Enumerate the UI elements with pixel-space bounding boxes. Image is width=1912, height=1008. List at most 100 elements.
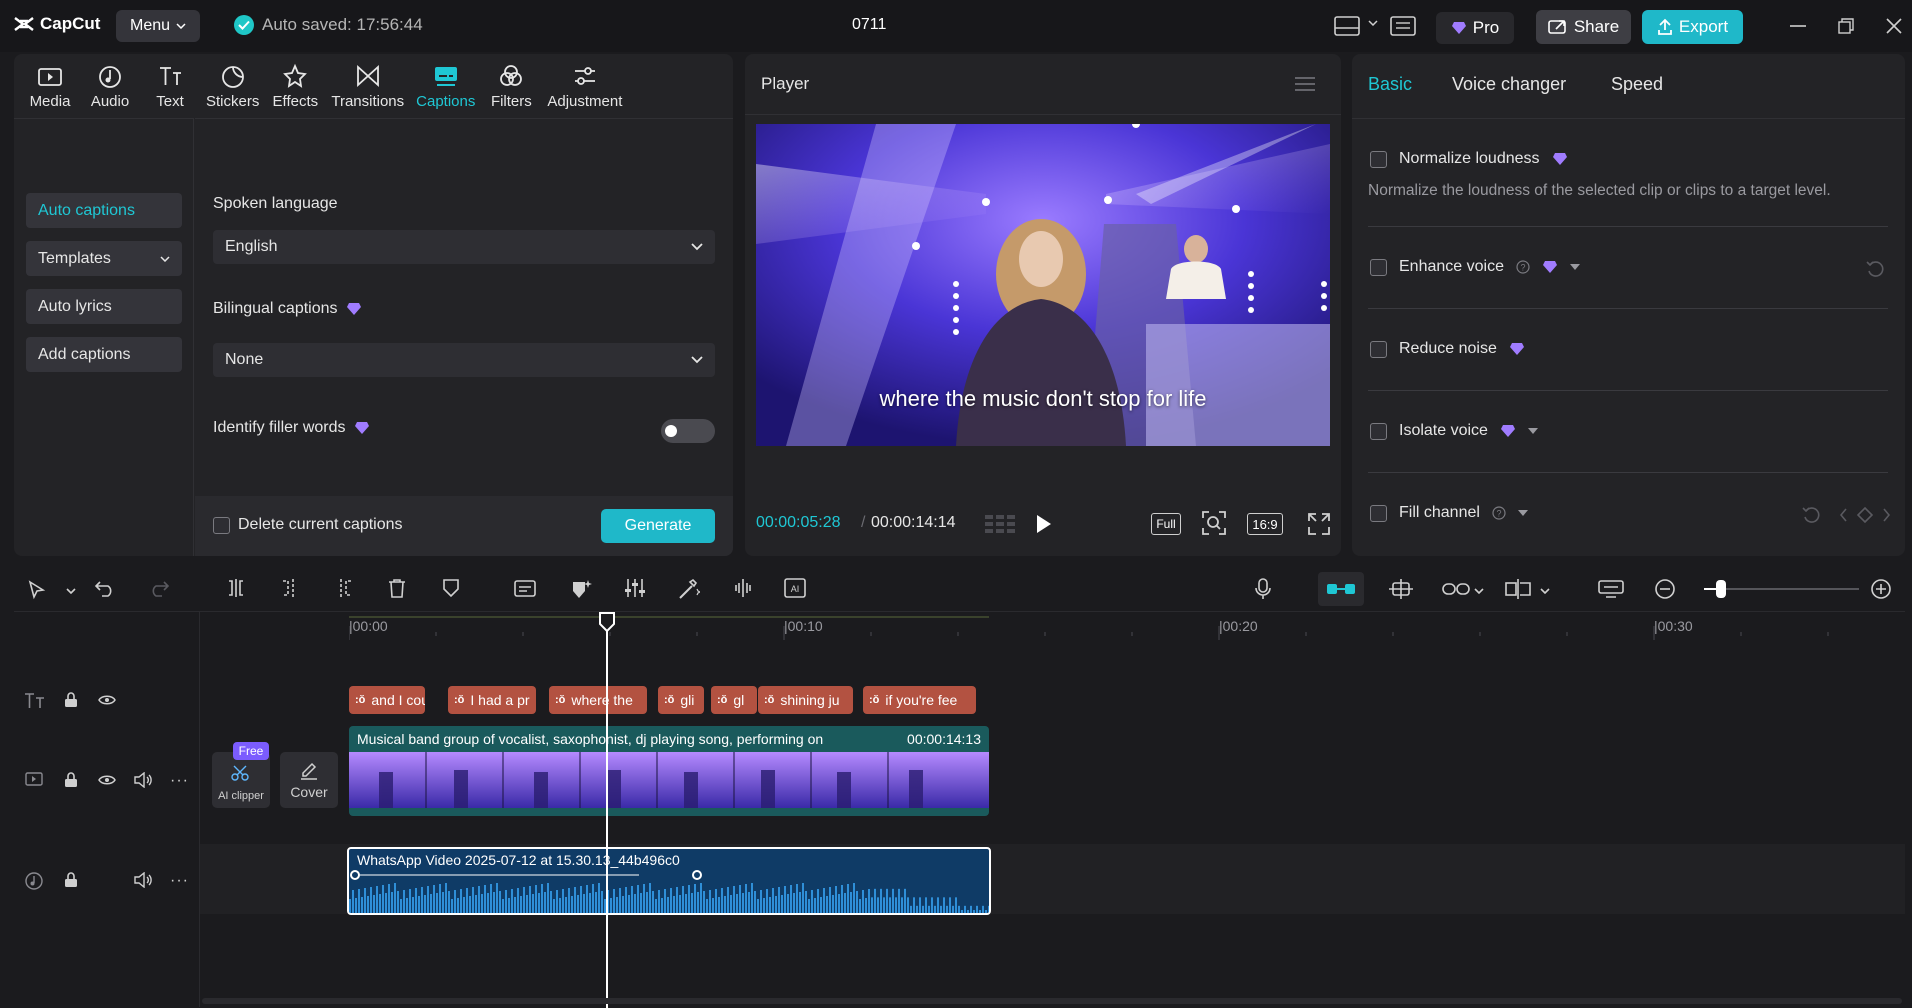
microphone-icon[interactable] [1254, 578, 1272, 600]
spoken-language-select[interactable]: English [213, 230, 715, 264]
preview-axis-icon[interactable] [1504, 578, 1532, 600]
delete-left-icon[interactable] [280, 578, 300, 598]
hamburger-icon[interactable] [1295, 76, 1315, 92]
tab-effects[interactable]: Effects [265, 54, 325, 110]
export-button[interactable]: Export [1642, 10, 1743, 44]
reset-icon[interactable] [1802, 506, 1820, 524]
tab-stickers[interactable]: Stickers [200, 54, 265, 110]
lock-icon[interactable] [64, 872, 78, 888]
tab-voice-changer[interactable]: Voice changer [1452, 74, 1566, 95]
magic-wand-icon[interactable] [678, 578, 700, 600]
tab-basic[interactable]: Basic [1368, 74, 1412, 95]
enhance-voice-row[interactable]: Enhance voice ? [1370, 258, 1580, 276]
more-icon[interactable]: ··· [170, 872, 189, 890]
lock-icon[interactable] [64, 772, 78, 788]
caption-clip[interactable]: :ŏ and I cou [349, 686, 425, 714]
eye-icon[interactable] [98, 774, 116, 786]
aspect-ratio-button[interactable]: 16:9 [1247, 513, 1283, 535]
tab-transitions[interactable]: Transitions [325, 54, 410, 110]
audio-split-icon[interactable] [732, 578, 754, 598]
chevron-down-icon[interactable] [1527, 428, 1538, 434]
chevron-down-icon[interactable] [1569, 264, 1580, 270]
enhance-voice-checkbox[interactable] [1370, 258, 1387, 276]
caption-clip[interactable]: :ŏ if you're fee [863, 686, 976, 714]
image-ai-icon[interactable]: AI [784, 578, 806, 598]
normalize-loudness-checkbox[interactable] [1370, 150, 1387, 168]
auto-enhance-icon[interactable] [570, 578, 592, 600]
filler-words-toggle[interactable] [661, 419, 715, 443]
minimize-icon[interactable] [1790, 25, 1806, 27]
menu-button[interactable]: Menu [116, 10, 200, 42]
add-text-icon[interactable] [514, 578, 538, 598]
restore-icon[interactable] [1838, 18, 1854, 34]
fullscreen-icon[interactable] [1308, 513, 1330, 535]
layout-chevron-icon[interactable] [1368, 20, 1378, 26]
snap-icon[interactable] [1388, 578, 1414, 600]
delete-captions-option[interactable]: Delete current captions [213, 516, 403, 534]
main-track-magnet-toggle[interactable] [1318, 572, 1364, 606]
video-preview[interactable]: where the music don't stop for life [756, 124, 1330, 446]
ai-clipper-button[interactable]: Free AI clipper [212, 742, 270, 808]
chevron-down-icon[interactable] [1517, 510, 1528, 516]
trash-icon[interactable] [388, 578, 406, 598]
delete-right-icon[interactable] [334, 578, 354, 598]
isolate-voice-checkbox[interactable] [1370, 422, 1387, 440]
help-icon[interactable]: ? [1492, 506, 1506, 520]
sidebar-item-auto-lyrics[interactable]: Auto lyrics [26, 289, 182, 324]
mask-icon[interactable] [442, 578, 460, 598]
select-tool-icon[interactable] [28, 580, 46, 600]
adjust-sliders-icon[interactable] [624, 578, 646, 598]
isolate-voice-row[interactable]: Isolate voice [1370, 422, 1538, 440]
caption-clip[interactable]: :ŏ I had a pr [448, 686, 536, 714]
full-quality-button[interactable]: Full [1151, 513, 1181, 535]
caption-clip[interactable]: :ŏ gli [658, 686, 704, 714]
caption-clip[interactable]: :ŏ gl [711, 686, 757, 714]
pro-button[interactable]: Pro [1436, 12, 1514, 44]
cover-button[interactable]: Cover [280, 752, 338, 808]
caption-clip[interactable]: :ŏ where the [549, 686, 647, 714]
tab-media[interactable]: Media [20, 54, 80, 110]
timeline-grid-icon[interactable] [985, 513, 1017, 535]
redo-icon[interactable] [148, 578, 170, 598]
timeline-scrollbar[interactable] [202, 998, 1902, 1004]
eye-icon[interactable] [98, 694, 116, 706]
audio-clip[interactable]: WhatsApp Video 2025-07-12 at 15.30.13_44… [347, 847, 991, 915]
layout-icon[interactable] [1334, 16, 1360, 36]
keyframe-nav-icon[interactable] [1840, 506, 1890, 524]
fill-channel-checkbox[interactable] [1370, 504, 1387, 522]
reduce-noise-row[interactable]: Reduce noise [1370, 340, 1525, 358]
playhead[interactable] [599, 612, 615, 1008]
sidebar-item-auto-captions[interactable]: Auto captions [26, 193, 182, 228]
shortcuts-icon[interactable] [1390, 16, 1416, 36]
bilingual-captions-select[interactable]: None [213, 343, 715, 377]
close-icon[interactable] [1886, 18, 1902, 34]
linkage-chevron-icon[interactable] [1474, 588, 1484, 594]
share-button[interactable]: Share [1536, 10, 1631, 44]
tab-text[interactable]: Text [140, 54, 200, 110]
generate-button[interactable]: Generate [601, 509, 715, 543]
playhead-handle[interactable] [598, 612, 616, 632]
tab-audio[interactable]: Audio [80, 54, 140, 110]
split-icon[interactable] [226, 578, 246, 598]
fill-channel-row[interactable]: Fill channel ? [1370, 504, 1528, 522]
video-clip[interactable]: Musical band group of vocalist, saxophon… [349, 726, 989, 816]
sidebar-item-templates[interactable]: Templates [26, 241, 182, 276]
play-icon[interactable] [1035, 514, 1053, 534]
preview-axis-chevron-icon[interactable] [1540, 588, 1550, 594]
speaker-icon[interactable] [134, 872, 152, 888]
reset-icon[interactable] [1866, 260, 1884, 278]
caption-clip[interactable]: :ŏ shining ju [758, 686, 853, 714]
tab-speed[interactable]: Speed [1611, 74, 1663, 95]
zoom-fit-icon[interactable] [1201, 510, 1227, 536]
linkage-icon[interactable] [1442, 580, 1470, 598]
zoom-slider-handle[interactable] [1716, 580, 1726, 598]
help-icon[interactable]: ? [1516, 260, 1530, 274]
tab-adjustment[interactable]: Adjustment [541, 54, 628, 110]
reduce-noise-checkbox[interactable] [1370, 340, 1387, 358]
delete-captions-checkbox[interactable] [213, 516, 230, 534]
tab-filters[interactable]: Filters [481, 54, 541, 110]
lock-icon[interactable] [64, 692, 78, 708]
sidebar-item-add-captions[interactable]: Add captions [26, 337, 182, 372]
zoom-in-icon[interactable] [1870, 578, 1892, 600]
select-chevron-icon[interactable] [66, 588, 76, 594]
